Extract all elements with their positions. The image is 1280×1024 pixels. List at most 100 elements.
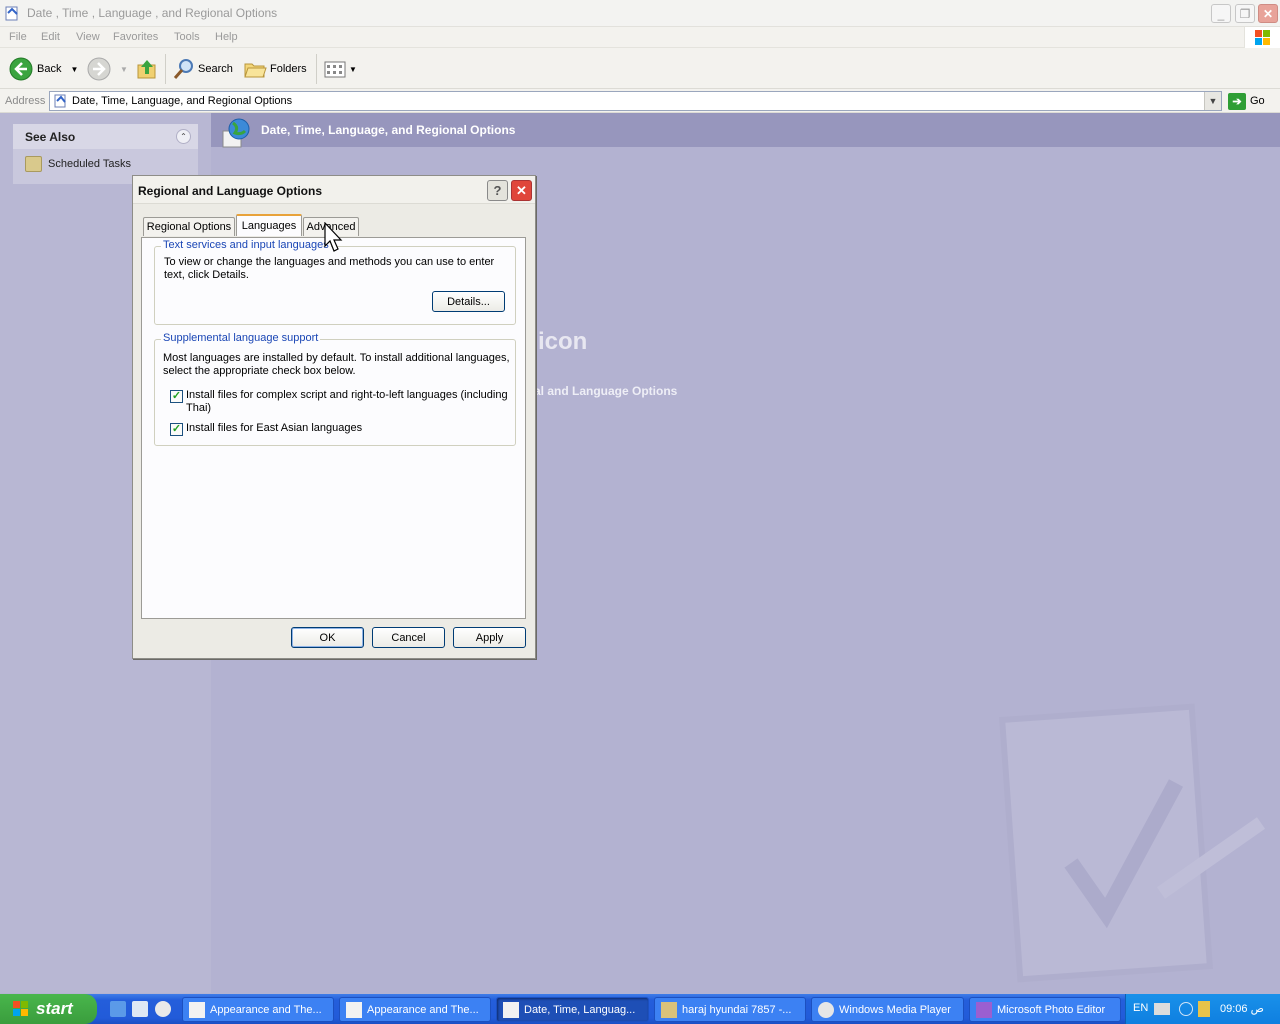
media-player-quicklaunch-icon[interactable]: [155, 1001, 171, 1017]
control-panel-icon: [54, 94, 66, 108]
forward-button[interactable]: ▼: [87, 56, 128, 82]
mouse-pointer-icon: [324, 222, 343, 252]
control-panel-icon: [503, 1001, 519, 1018]
minimize-icon: _: [1217, 6, 1225, 21]
go-button[interactable]: ➔ Go: [1228, 92, 1265, 110]
task-label: haraj hyundai 7857 -...: [682, 1003, 792, 1016]
collapse-icon[interactable]: ⌃: [176, 129, 191, 144]
tab-regional-options[interactable]: Regional Options: [143, 217, 235, 236]
taskbar-button-media-player[interactable]: Windows Media Player: [811, 997, 964, 1022]
east-asian-label[interactable]: Install files for East Asian languages: [186, 422, 362, 435]
cancel-label: Cancel: [391, 631, 426, 644]
menu-tools[interactable]: Tools: [174, 31, 200, 43]
search-icon: [173, 59, 193, 79]
toolbar: Back ▼ ▼ Search Folders ▼: [0, 48, 1280, 89]
show-hidden-icons-icon[interactable]: [1179, 1002, 1193, 1016]
taskbar-button-appearance-1[interactable]: Appearance and The...: [182, 997, 334, 1022]
text-services-title: Text services and input languages: [161, 239, 331, 251]
windows-flag-icon: [13, 1001, 28, 1016]
category-title: Date, Time, Language, and Regional Optio…: [261, 123, 516, 137]
go-label: Go: [1250, 95, 1265, 107]
start-button[interactable]: start: [0, 994, 97, 1024]
see-also-header[interactable]: See Also ⌃: [13, 124, 198, 149]
task-label: Appearance and The...: [210, 1003, 322, 1016]
help-icon[interactable]: ?: [487, 180, 508, 201]
toolbar-separator: [165, 54, 166, 84]
address-dropdown-icon[interactable]: ▼: [1204, 92, 1221, 110]
toolbar-separator: [316, 54, 317, 84]
taskbar-button-photo-editor[interactable]: Microsoft Photo Editor: [969, 997, 1121, 1022]
taskbar-button-haraj[interactable]: haraj hyundai 7857 -...: [654, 997, 806, 1022]
restore-icon: ❐: [1239, 6, 1251, 21]
menu-file[interactable]: File: [9, 31, 27, 43]
internet-explorer-icon[interactable]: [110, 1001, 126, 1017]
views-button[interactable]: ▼: [324, 56, 357, 82]
category-header: Date, Time, Language, and Regional Optio…: [211, 113, 1280, 148]
photo-editor-icon: [976, 1001, 992, 1018]
window-titlebar[interactable]: Date , Time , Language , and Regional Op…: [0, 0, 1280, 27]
show-desktop-icon[interactable]: [132, 1001, 148, 1017]
task-label: Appearance and The...: [367, 1003, 479, 1016]
cancel-button[interactable]: Cancel: [372, 627, 445, 648]
go-arrow-icon: ➔: [1228, 92, 1246, 110]
language-indicator[interactable]: EN: [1133, 1002, 1148, 1014]
dialog-close-icon[interactable]: ✕: [511, 180, 532, 201]
menu-favorites[interactable]: Favorites: [113, 31, 158, 43]
search-label: Search: [198, 63, 233, 75]
browser-page-icon: [661, 1001, 677, 1018]
details-label: Details...: [447, 295, 490, 308]
media-player-icon: [818, 1001, 834, 1018]
globe-clock-icon: [222, 118, 250, 148]
taskbar-button-date-time[interactable]: Date, Time, Languag...: [496, 997, 649, 1022]
safely-remove-icon[interactable]: [1198, 1001, 1210, 1017]
ok-button[interactable]: OK: [291, 627, 364, 648]
folders-button[interactable]: Folders: [243, 56, 307, 82]
see-also-item-label: Scheduled Tasks: [48, 158, 131, 170]
apply-button[interactable]: Apply: [453, 627, 526, 648]
see-also-item-scheduled-tasks[interactable]: Scheduled Tasks: [25, 156, 131, 172]
scheduled-tasks-icon: [25, 156, 42, 172]
complex-script-label-2[interactable]: Thai): [186, 402, 211, 415]
text-services-group: Text services and input languages To vie…: [154, 239, 516, 325]
control-panel-icon: [189, 1001, 205, 1018]
details-button[interactable]: Details...: [432, 291, 505, 312]
taskbar-button-appearance-2[interactable]: Appearance and The...: [339, 997, 491, 1022]
menu-edit[interactable]: Edit: [41, 31, 60, 43]
dialog-titlebar[interactable]: Regional and Language Options ? ✕: [133, 176, 535, 204]
views-icon: [324, 61, 346, 78]
keyboard-icon[interactable]: [1154, 1003, 1170, 1015]
address-value: Date, Time, Language, and Regional Optio…: [72, 95, 293, 107]
windows-flag-icon: [1255, 30, 1270, 45]
address-input[interactable]: Date, Time, Language, and Regional Optio…: [49, 91, 1222, 111]
east-asian-checkbox[interactable]: ✓: [170, 423, 183, 436]
taskbar: start Appearance and The... Appearance a…: [0, 994, 1280, 1024]
windows-logo: [1244, 27, 1280, 48]
complex-script-label-1[interactable]: Install files for complex script and rig…: [186, 389, 508, 402]
maximize-button[interactable]: ❐: [1235, 4, 1255, 23]
see-also-title: See Also: [25, 130, 76, 144]
clock[interactable]: 09:06 ص: [1220, 1002, 1264, 1015]
back-button[interactable]: Back ▼: [9, 56, 78, 82]
languages-tab-panel: Text services and input languages To vie…: [141, 237, 526, 619]
text-services-desc-2: text, click Details.: [164, 269, 249, 281]
control-panel-icon: [5, 6, 18, 21]
minimize-button[interactable]: _: [1211, 4, 1231, 23]
back-arrow-icon: [9, 57, 33, 81]
menu-help[interactable]: Help: [215, 31, 238, 43]
watermark-checkbox-icon: [998, 703, 1266, 983]
task-label: Windows Media Player: [839, 1003, 951, 1016]
views-dropdown-icon[interactable]: ▼: [349, 65, 357, 74]
menu-view[interactable]: View: [76, 31, 100, 43]
regional-options-link[interactable]: al and Language Options: [534, 384, 677, 398]
forward-dropdown-icon[interactable]: ▼: [120, 65, 128, 74]
supplemental-desc-2: select the appropriate check box below.: [163, 365, 356, 377]
up-folder-button[interactable]: [135, 56, 159, 82]
task-label: Microsoft Photo Editor: [997, 1003, 1106, 1016]
start-label: start: [36, 999, 73, 1018]
tab-languages[interactable]: Languages: [236, 214, 302, 236]
complex-script-checkbox[interactable]: ✓: [170, 390, 183, 403]
back-dropdown-icon[interactable]: ▼: [70, 65, 78, 74]
close-button[interactable]: ✕: [1258, 4, 1278, 23]
search-button[interactable]: Search: [172, 56, 233, 82]
address-bar: Address Date, Time, Language, and Region…: [0, 89, 1280, 113]
